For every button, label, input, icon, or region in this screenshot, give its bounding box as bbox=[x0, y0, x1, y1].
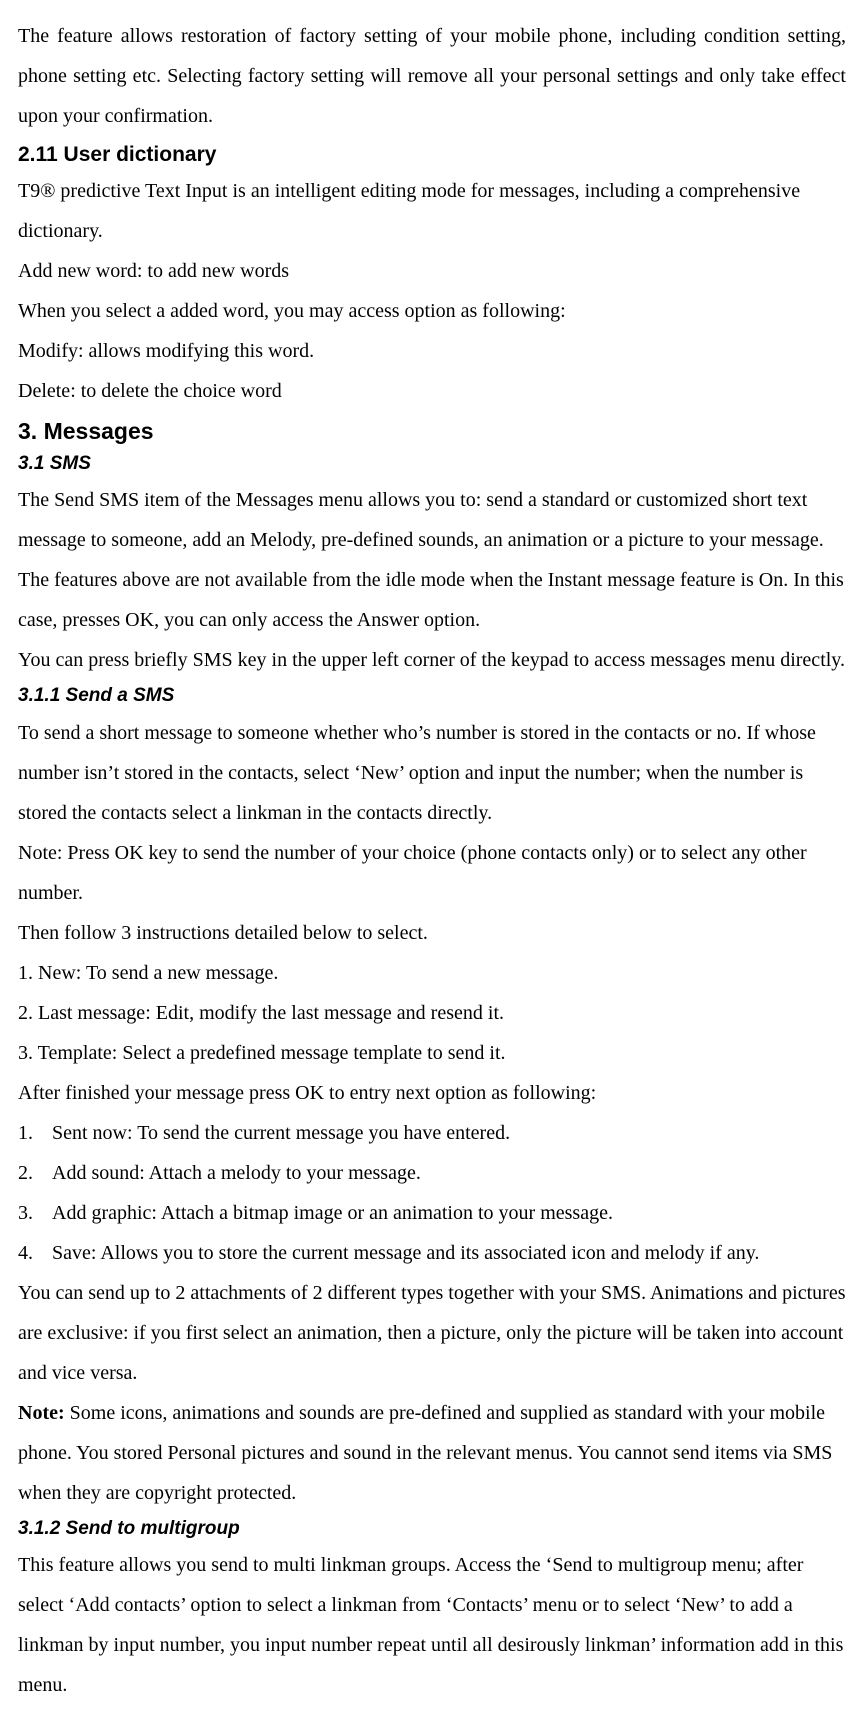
paragraph-send-sms-intro: The Send SMS item of the Messages menu a… bbox=[18, 480, 846, 640]
list-num: 1. bbox=[18, 1113, 52, 1153]
paragraph-t9: T9® predictive Text Input is an intellig… bbox=[18, 171, 846, 251]
list-item: 4. Save: Allows you to store the current… bbox=[18, 1233, 846, 1273]
list-num: 3. bbox=[18, 1193, 52, 1233]
heading-messages: 3. Messages bbox=[18, 415, 846, 447]
paragraph-multigroup: This feature allows you send to multi li… bbox=[18, 1545, 846, 1705]
paragraph-modify: Modify: allows modifying this word. bbox=[18, 331, 846, 371]
paragraph-follow-3: Then follow 3 instructions detailed belo… bbox=[18, 913, 846, 953]
paragraph-note-ok: Note: Press OK key to send the number of… bbox=[18, 833, 846, 913]
list-text: Add sound: Attach a melody to your messa… bbox=[52, 1153, 421, 1193]
heading-send-a-sms: 3.1.1 Send a SMS bbox=[18, 682, 846, 711]
heading-sms: 3.1 SMS bbox=[18, 450, 846, 479]
paragraph-factory-setting: The feature allows restoration of factor… bbox=[18, 16, 846, 136]
paragraph-item-template: 3. Template: Select a predefined message… bbox=[18, 1033, 846, 1073]
note-text: Some icons, animations and sounds are pr… bbox=[18, 1402, 832, 1504]
heading-send-to-multigroup: 3.1.2 Send to multigroup bbox=[18, 1515, 846, 1544]
paragraph-after-finished: After finished your message press OK to … bbox=[18, 1073, 846, 1113]
list-text: Save: Allows you to store the current me… bbox=[52, 1233, 759, 1273]
paragraph-item-last: 2. Last message: Edit, modify the last m… bbox=[18, 993, 846, 1033]
ordered-list-options: 1. Sent now: To send the current message… bbox=[18, 1113, 846, 1273]
paragraph-delete: Delete: to delete the choice word bbox=[18, 371, 846, 411]
paragraph-sms-key: You can press briefly SMS key in the upp… bbox=[18, 640, 846, 680]
paragraph-note-block: Note: Some icons, animations and sounds … bbox=[18, 1393, 846, 1513]
paragraph-add-new-word: Add new word: to add new words bbox=[18, 251, 846, 291]
list-item: 2. Add sound: Attach a melody to your me… bbox=[18, 1153, 846, 1193]
paragraph-send-short-msg: To send a short message to someone wheth… bbox=[18, 713, 846, 833]
paragraph-attachments: You can send up to 2 attachments of 2 di… bbox=[18, 1273, 846, 1393]
paragraph-item-new: 1. New: To send a new message. bbox=[18, 953, 846, 993]
paragraph-option-intro: When you select a added word, you may ac… bbox=[18, 291, 846, 331]
list-text: Add graphic: Attach a bitmap image or an… bbox=[52, 1193, 613, 1233]
list-num: 4. bbox=[18, 1233, 52, 1273]
heading-user-dictionary: 2.11 User dictionary bbox=[18, 140, 846, 169]
list-num: 2. bbox=[18, 1153, 52, 1193]
list-text: Sent now: To send the current message yo… bbox=[52, 1113, 510, 1153]
list-item: 3. Add graphic: Attach a bitmap image or… bbox=[18, 1193, 846, 1233]
list-item: 1. Sent now: To send the current message… bbox=[18, 1113, 846, 1153]
